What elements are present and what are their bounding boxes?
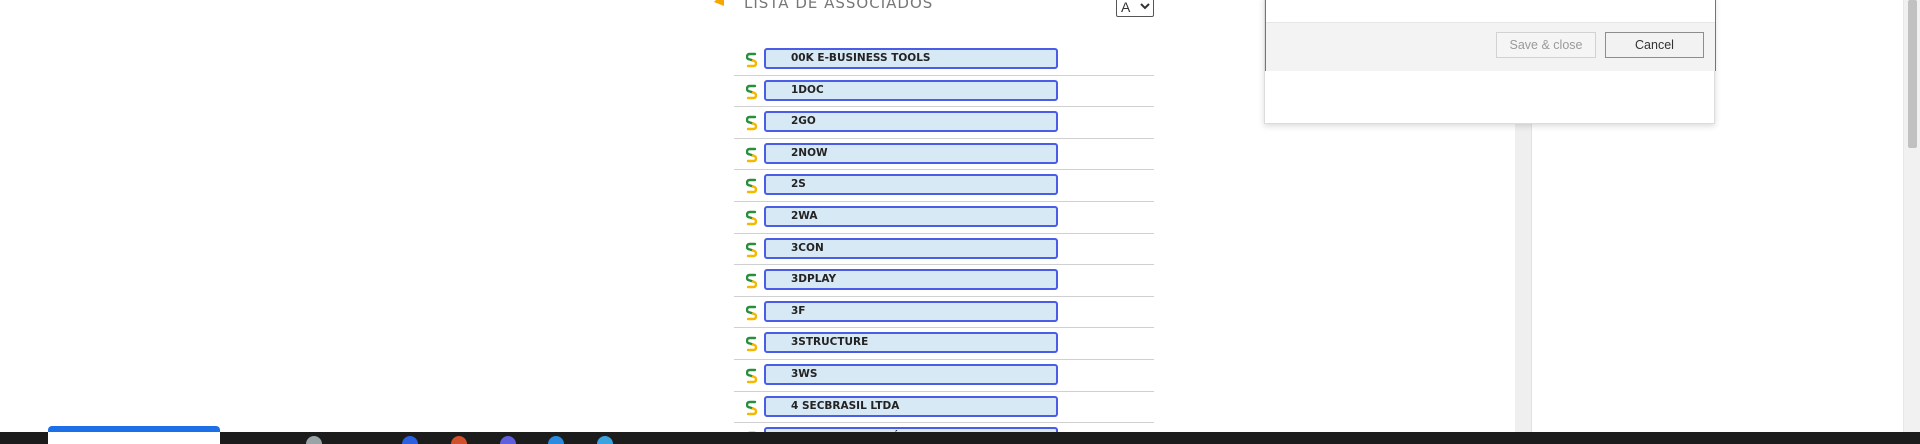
softex-s-icon [746, 179, 758, 194]
save-close-button[interactable]: Save & close [1496, 32, 1596, 58]
list-item: 3DPLAY [734, 265, 1154, 297]
list-item: 3CON [734, 234, 1154, 266]
list-item: 00K E-BUSINESS TOOLS [734, 44, 1154, 76]
softex-s-icon [746, 273, 758, 289]
softex-s-icon [746, 400, 758, 415]
softex-s-icon [746, 115, 758, 131]
list-item: 2S [734, 170, 1154, 202]
list-item: 1DOC [734, 76, 1154, 108]
associate-button[interactable]: 2GO [764, 111, 1058, 133]
associate-button[interactable]: 3STRUCTURE [764, 332, 1058, 354]
associate-button[interactable]: 3DPLAY [764, 269, 1058, 291]
dialog-footer: Save & close Cancel [1266, 22, 1715, 71]
softex-s-icon [746, 147, 758, 162]
softex-s-icon [746, 305, 758, 320]
list-item: 2NOW [734, 139, 1154, 171]
cancel-button[interactable]: Cancel [1605, 32, 1704, 58]
softex-s-icon [746, 368, 758, 384]
letter-filter-select[interactable]: A [1116, 0, 1154, 17]
list-item: 2WA [734, 202, 1154, 234]
associates-list: 00K E-BUSINESS TOOLS 1DOC 2GO 2NOW 2S 2WA 3CON… [734, 44, 1154, 444]
associate-button[interactable]: 2S [764, 174, 1058, 196]
taskbar [0, 432, 1920, 444]
softex-s-icon [746, 84, 758, 99]
associate-button[interactable]: 2NOW [764, 142, 1058, 164]
dialog-panel: Save & close Cancel [1264, 0, 1716, 124]
dialog-frame: Save & close Cancel [1265, 0, 1716, 71]
title-marker-icon [714, 0, 724, 6]
associate-button[interactable]: 3F [764, 300, 1058, 322]
page-title-area: LISTA DE ASSOCIADOS [714, 0, 934, 14]
list-item: 3WS [734, 360, 1154, 392]
associate-button[interactable]: 2WA [764, 205, 1058, 227]
list-item: 2GO [734, 107, 1154, 139]
taskbar-search-accent [48, 426, 220, 432]
list-item: 3STRUCTURE [734, 328, 1154, 360]
associate-button[interactable]: 3CON [764, 237, 1058, 259]
list-item: 3F [734, 297, 1154, 329]
scrollbar-thumb[interactable] [1908, 0, 1917, 148]
associate-button[interactable]: 3WS [764, 363, 1058, 385]
softex-s-icon [746, 242, 758, 257]
softex-s-icon [746, 210, 758, 226]
associate-button[interactable]: 1DOC [764, 79, 1058, 101]
list-item: 4 SECBRASIL LTDA [734, 392, 1154, 424]
associate-button[interactable]: 4 SECBRASIL LTDA [764, 395, 1058, 417]
page-title: LISTA DE ASSOCIADOS [744, 0, 934, 12]
softex-s-icon [746, 337, 758, 352]
softex-s-icon [746, 52, 758, 68]
page-scrollbar[interactable] [1903, 0, 1920, 432]
associate-button[interactable]: 00K E-BUSINESS TOOLS [764, 48, 1058, 69]
